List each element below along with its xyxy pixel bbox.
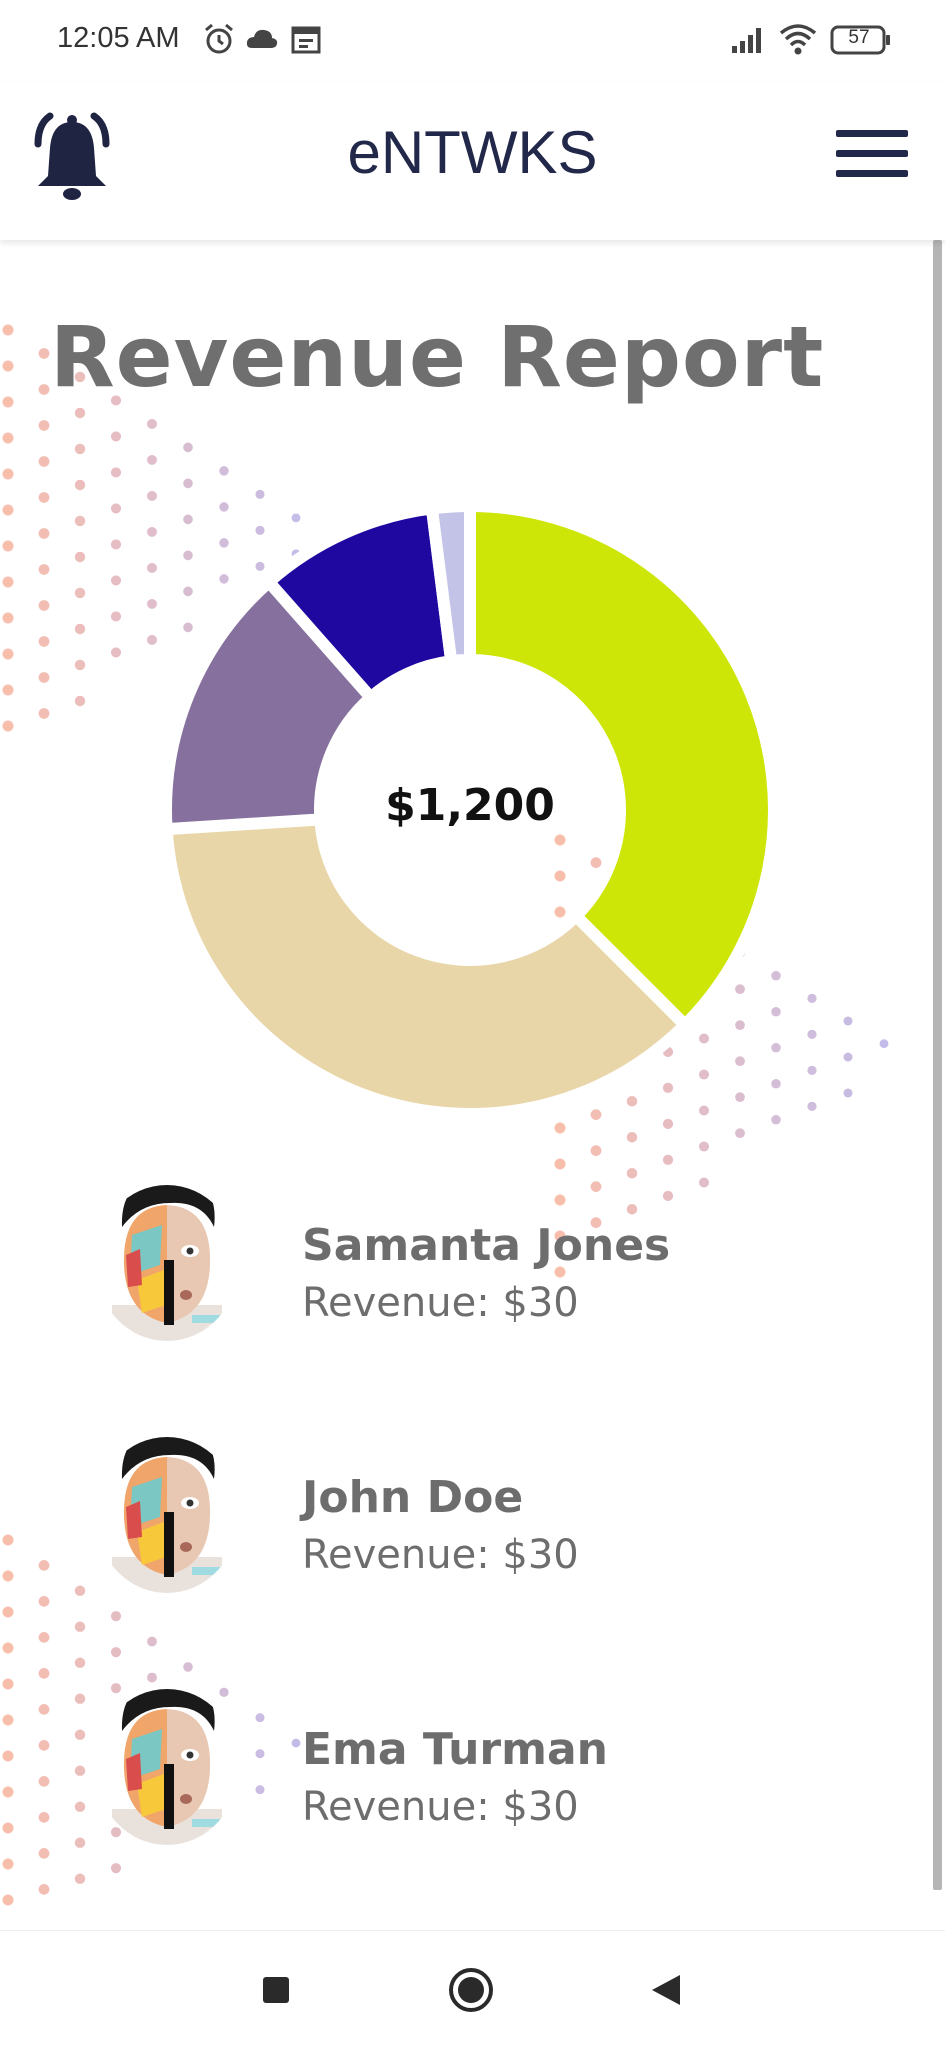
signal-icon [732, 28, 761, 53]
hamburger-menu-icon[interactable] [836, 126, 912, 182]
wifi-icon [779, 24, 817, 55]
donut-center-total: $1,200 [385, 780, 555, 831]
battery-level: 57 [848, 27, 870, 48]
status-bar: 12:05 AM 57 [0, 0, 945, 82]
app-bar: eNTWKS [0, 82, 945, 240]
avatar [82, 1165, 252, 1345]
page-title: Revenue Report [50, 308, 825, 406]
scrollbar[interactable] [933, 240, 942, 1890]
list-item[interactable]: John Doe Revenue: $30 [0, 1397, 945, 1617]
person-revenue: Revenue: $30 [302, 1280, 579, 1326]
app-title: eNTWKS [347, 119, 598, 186]
home-circle-icon[interactable] [421, 1931, 521, 2049]
alarm-icon [205, 23, 233, 54]
person-name: John Doe [302, 1472, 524, 1523]
calendar-icon [291, 26, 321, 54]
main-content: Revenue Report $1,200 Samanta Jones Reve… [0, 240, 945, 1930]
person-name: Samanta Jones [302, 1220, 671, 1271]
list-item[interactable]: Samanta Jones Revenue: $30 [0, 1145, 945, 1365]
battery-icon: 57 [830, 25, 890, 55]
recents-square-icon[interactable] [226, 1931, 326, 2049]
person-name: Ema Turman [302, 1724, 608, 1775]
avatar [82, 1669, 252, 1849]
list-item[interactable]: Ema Turman Revenue: $30 [0, 1649, 945, 1869]
cloud-icon [246, 29, 278, 48]
person-revenue: Revenue: $30 [302, 1784, 579, 1830]
avatar [82, 1417, 252, 1597]
back-triangle-icon[interactable] [616, 1931, 716, 2049]
status-time: 12:05 AM [57, 22, 180, 54]
revenue-donut-chart: $1,200 [140, 480, 800, 1140]
system-nav-bar [0, 1930, 945, 2049]
person-revenue: Revenue: $30 [302, 1532, 579, 1578]
